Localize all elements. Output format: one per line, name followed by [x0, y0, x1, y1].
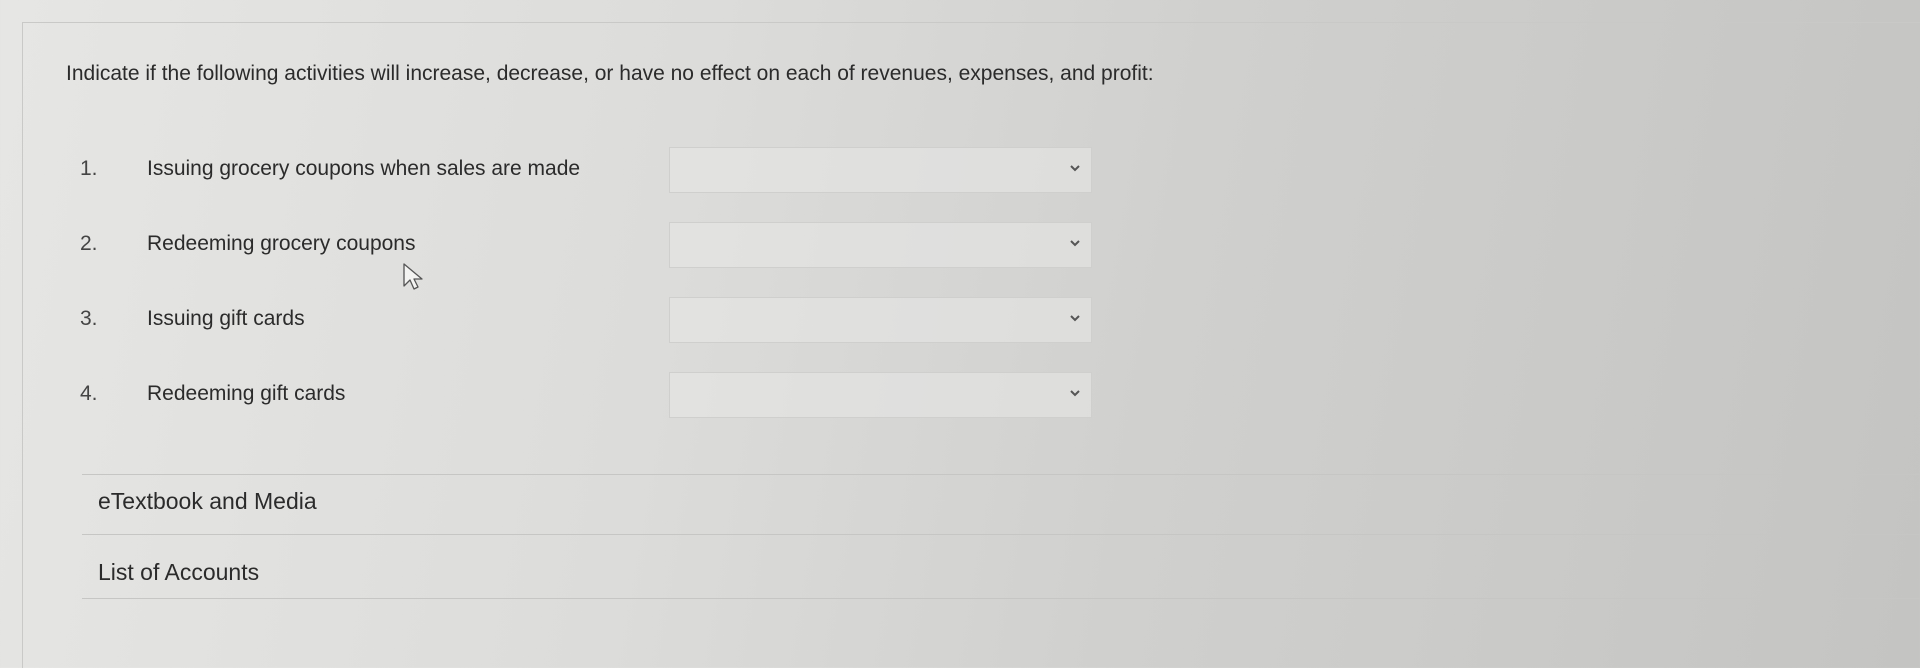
- question-row-3: 3. Issuing gift cards: [0, 297, 1920, 347]
- list-of-accounts-link[interactable]: List of Accounts: [98, 559, 259, 586]
- question-number: 4.: [80, 382, 98, 405]
- etextbook-media-link[interactable]: eTextbook and Media: [98, 488, 317, 515]
- question-text: Issuing gift cards: [147, 307, 305, 330]
- answer-dropdown-3[interactable]: [669, 297, 1092, 343]
- question-row-4: 4. Redeeming gift cards: [0, 372, 1920, 422]
- question-row-1: 1. Issuing grocery coupons when sales ar…: [0, 147, 1920, 197]
- chevron-down-icon: [1070, 240, 1080, 247]
- answer-dropdown-1[interactable]: [669, 147, 1092, 193]
- chevron-down-icon: [1070, 390, 1080, 397]
- question-row-2: 2. Redeeming grocery coupons: [0, 222, 1920, 272]
- mouse-pointer-icon: [403, 263, 423, 290]
- instructions-text: Indicate if the following activities wil…: [66, 62, 1154, 85]
- divider: [82, 474, 1920, 475]
- question-text: Redeeming gift cards: [147, 382, 346, 405]
- question-number: 3.: [80, 307, 98, 330]
- chevron-down-icon: [1070, 315, 1080, 322]
- question-text: Redeeming grocery coupons: [147, 232, 416, 255]
- divider: [82, 534, 1920, 535]
- chevron-down-icon: [1070, 165, 1080, 172]
- answer-dropdown-4[interactable]: [669, 372, 1092, 418]
- answer-dropdown-2[interactable]: [669, 222, 1092, 268]
- divider: [82, 598, 1920, 599]
- question-text: Issuing grocery coupons when sales are m…: [147, 157, 581, 180]
- question-number: 2.: [80, 232, 98, 255]
- question-number: 1.: [80, 157, 98, 180]
